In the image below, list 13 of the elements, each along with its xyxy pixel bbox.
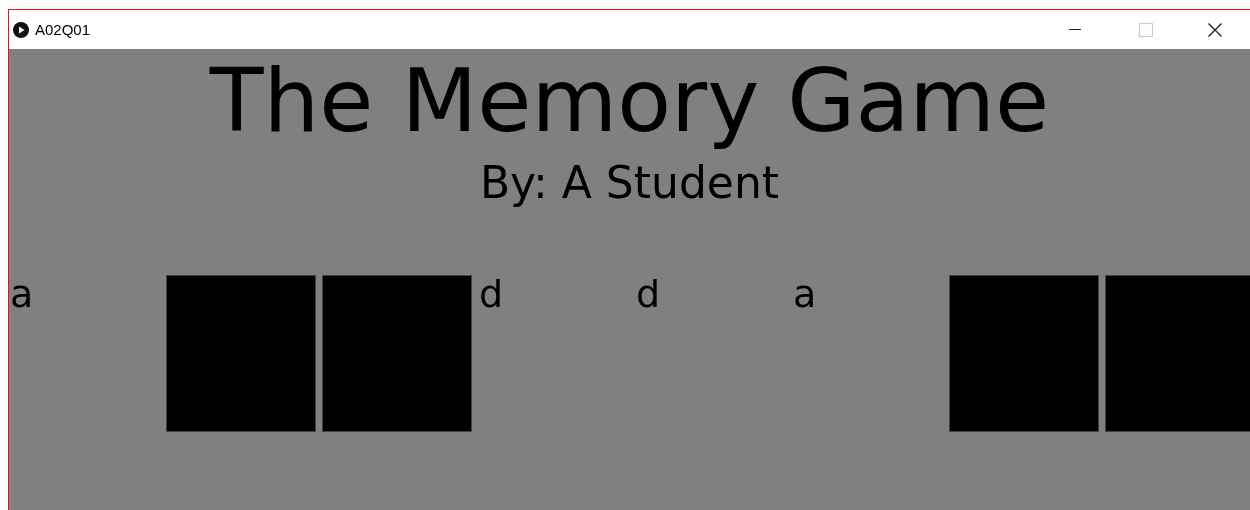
- face-down-card[interactable]: [166, 275, 316, 432]
- app-icon: [13, 21, 29, 38]
- face-down-card[interactable]: [949, 275, 1099, 432]
- face-down-card[interactable]: [322, 275, 472, 432]
- card-letter[interactable]: a: [792, 275, 943, 432]
- author-line: By: A Student: [479, 161, 780, 205]
- card-letter[interactable]: d: [478, 275, 629, 432]
- maximize-icon: [1137, 21, 1153, 38]
- card-letter[interactable]: a: [9, 275, 160, 432]
- card-letter[interactable]: d: [635, 275, 786, 432]
- close-icon: [1207, 21, 1223, 38]
- window-title: A02Q01: [35, 21, 91, 38]
- minimize-icon: [1069, 28, 1081, 31]
